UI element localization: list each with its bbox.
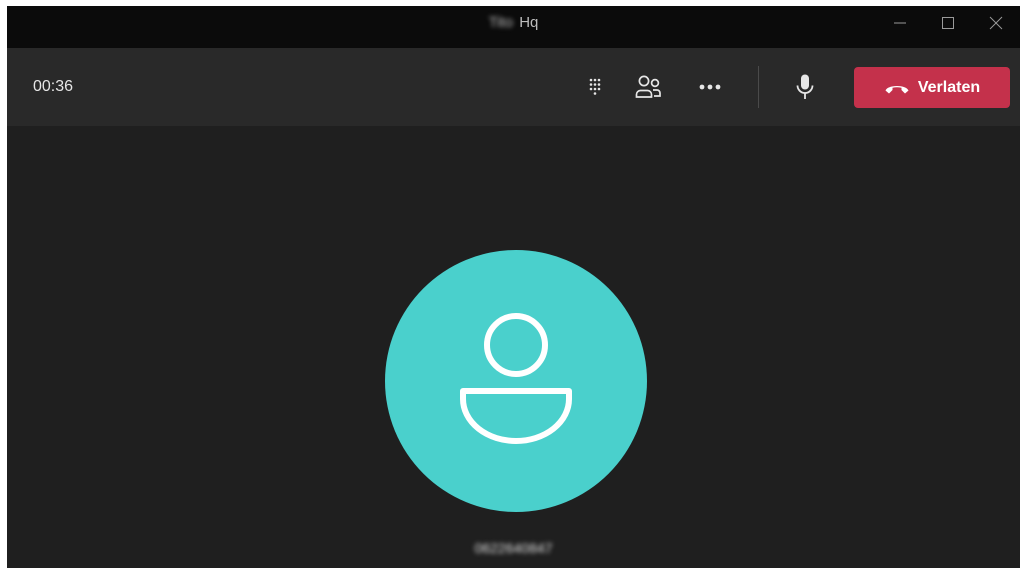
close-icon bbox=[989, 16, 1003, 30]
caller-avatar bbox=[385, 250, 647, 512]
window-title-redacted: Tito bbox=[488, 14, 514, 31]
toolbar-divider bbox=[758, 66, 759, 108]
participants-button[interactable] bbox=[628, 67, 668, 107]
call-toolbar: 00:36 Verlaten bbox=[7, 48, 1020, 126]
minimize-button[interactable] bbox=[876, 6, 924, 40]
caller-number: 0622640847 bbox=[7, 540, 1020, 556]
hang-up-icon bbox=[885, 85, 909, 93]
minimize-icon bbox=[894, 22, 906, 24]
people-icon bbox=[635, 75, 661, 98]
window-title-text: Hq bbox=[519, 14, 539, 31]
close-window-button[interactable] bbox=[972, 6, 1020, 40]
dialpad-button[interactable] bbox=[575, 67, 615, 107]
window-title: Tito Hq bbox=[7, 6, 1020, 40]
maximize-button[interactable] bbox=[924, 6, 972, 40]
caller-number-text: 0622640847 bbox=[474, 540, 553, 556]
more-horizontal-icon bbox=[699, 84, 721, 90]
leave-call-label: Verlaten bbox=[917, 78, 981, 96]
call-timer: 00:36 bbox=[33, 78, 74, 95]
call-window: Tito Hq 00:36 Verlaten 0622640847 bbox=[7, 6, 1020, 568]
microphone-button[interactable] bbox=[785, 67, 825, 107]
window-controls bbox=[876, 6, 1020, 40]
more-options-button[interactable] bbox=[690, 67, 730, 107]
call-stage: 0622640847 bbox=[7, 126, 1020, 568]
maximize-icon bbox=[942, 17, 954, 29]
person-icon bbox=[460, 313, 572, 444]
dialpad-icon bbox=[589, 78, 601, 95]
microphone-icon bbox=[796, 74, 814, 99]
leave-call-button[interactable]: Verlaten bbox=[854, 67, 1010, 108]
title-bar: Tito Hq bbox=[7, 6, 1020, 48]
